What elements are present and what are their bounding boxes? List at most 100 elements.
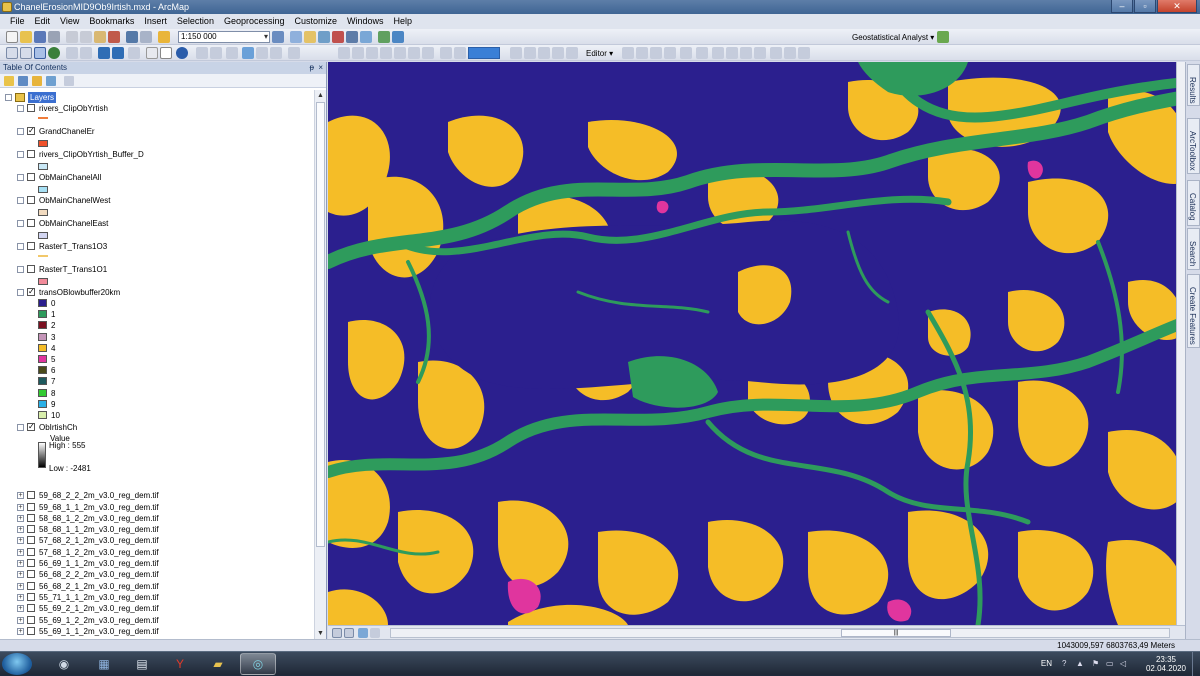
layer-checkbox[interactable] — [27, 265, 35, 273]
edit-vertices-icon[interactable] — [696, 47, 708, 59]
menu-edit[interactable]: Edit — [30, 14, 56, 29]
toc-scrollbar[interactable]: ▲ ▼ — [314, 90, 326, 639]
draw-text-icon[interactable] — [524, 47, 536, 59]
layer-name[interactable]: transOBlowbuffer20km — [39, 287, 120, 298]
collapse-icon[interactable] — [17, 105, 24, 112]
layout-back-icon[interactable] — [408, 47, 420, 59]
layer-name[interactable]: GrandChanelEr — [39, 126, 95, 137]
find-route-icon[interactable] — [210, 47, 222, 59]
catalog-window-icon[interactable] — [304, 31, 316, 43]
layer-checkbox[interactable] — [27, 536, 35, 545]
arctoolbox-icon[interactable] — [332, 31, 344, 43]
collapse-icon[interactable] — [5, 94, 12, 101]
layer-checkbox[interactable] — [27, 104, 35, 112]
menu-customize[interactable]: Customize — [290, 14, 343, 29]
add-data-icon[interactable] — [158, 31, 170, 43]
python-icon[interactable] — [346, 31, 358, 43]
layout-full-icon[interactable] — [380, 47, 392, 59]
collapse-icon[interactable] — [17, 266, 24, 273]
layer-name[interactable]: 55_69_2_1_2m_v3.0_reg_dem.tif — [39, 603, 159, 614]
search-tab[interactable]: Search — [1187, 228, 1200, 270]
maximize-button[interactable]: ▫ — [1134, 0, 1156, 13]
layout-tool-2-icon[interactable] — [392, 31, 404, 43]
reshape-icon[interactable] — [712, 47, 724, 59]
layer-checkbox[interactable] — [27, 581, 35, 590]
layer-checkbox[interactable] — [27, 592, 35, 601]
layer-checkbox[interactable] — [27, 242, 35, 250]
redo-icon[interactable] — [140, 31, 152, 43]
file-explorer-icon[interactable]: ▰ — [200, 653, 236, 675]
collapse-icon[interactable] — [17, 197, 24, 204]
volume-icon[interactable]: ◁ — [1120, 659, 1130, 668]
layer-row[interactable]: RasterT_Trans1O3 — [0, 241, 310, 252]
identify-icon[interactable] — [176, 47, 188, 59]
collapse-icon[interactable] — [17, 243, 24, 250]
layout-view-icon[interactable] — [344, 628, 354, 638]
layout-pan-icon[interactable] — [366, 47, 378, 59]
menu-windows[interactable]: Windows — [342, 14, 389, 29]
layer-row[interactable]: rivers_ClipObYrtish_Buffer_D — [0, 149, 310, 160]
network-icon[interactable]: ▭ — [1106, 659, 1116, 668]
draw-line-icon[interactable] — [566, 47, 578, 59]
layout-zoom-out-icon[interactable] — [352, 47, 364, 59]
attributes-icon[interactable] — [770, 47, 782, 59]
show-desktop-button[interactable] — [1192, 652, 1200, 676]
layer-name[interactable]: 56_68_2_1_2m_v3.0_reg_dem.tif — [39, 581, 159, 592]
layer-checkbox[interactable] — [27, 525, 35, 534]
tile-layer-row[interactable]: +59_68_2_2_2m_v3.0_reg_dem.tif — [0, 490, 310, 501]
cut-icon[interactable] — [66, 31, 78, 43]
help-tray-icon[interactable]: ? — [1062, 659, 1072, 668]
expand-icon[interactable]: + — [17, 582, 24, 590]
data-view-icon[interactable] — [332, 628, 342, 638]
layer-name[interactable]: rivers_ClipObYrtish_Buffer_D — [39, 149, 144, 160]
refresh-icon[interactable] — [358, 628, 368, 638]
layer-checkbox[interactable]: ✓ — [27, 288, 35, 296]
layout-zoom-in-icon[interactable] — [338, 47, 350, 59]
fixed-zoom-out-icon[interactable] — [80, 47, 92, 59]
layer-name[interactable]: 58_68_1_1_2m_v3.0_reg_dem.tif — [39, 524, 159, 535]
toc-window-icon[interactable] — [290, 31, 302, 43]
layer-checkbox[interactable] — [27, 491, 35, 500]
tile-layer-row[interactable]: +55_71_1_1_2m_v3.0_reg_dem.tif — [0, 592, 310, 603]
layer-name[interactable]: 55_71_1_1_2m_v3.0_reg_dem.tif — [39, 592, 159, 603]
toc-scroll-thumb[interactable] — [316, 102, 325, 547]
expand-icon[interactable]: + — [17, 593, 24, 601]
layer-checkbox[interactable] — [27, 196, 35, 204]
layer-checkbox[interactable] — [27, 570, 35, 579]
layout-guides-icon[interactable] — [454, 47, 466, 59]
layout-tool-icon[interactable] — [378, 31, 390, 43]
edit-tool-icon[interactable] — [622, 47, 634, 59]
create-viewer-icon[interactable] — [288, 47, 300, 59]
list-by-source-icon[interactable] — [18, 76, 28, 86]
start-button[interactable] — [2, 653, 32, 675]
tile-layer-row[interactable]: +55_69_1_2_2m_v3.0_reg_dem.tif — [0, 615, 310, 626]
clock[interactable]: 23:35 02.04.2020 — [1146, 655, 1186, 673]
list-by-selection-icon[interactable] — [46, 76, 56, 86]
layer-name[interactable]: ObMainChanelAll — [39, 172, 101, 183]
expand-icon[interactable]: + — [17, 514, 24, 522]
scroll-down-icon[interactable]: ▼ — [315, 628, 326, 639]
rotate-icon[interactable] — [754, 47, 766, 59]
layer-row[interactable]: ✓ GrandChanelEr — [0, 126, 310, 137]
layer-row[interactable]: ObMainChanelEast — [0, 218, 310, 229]
layer-row[interactable]: ObMainChanelWest — [0, 195, 310, 206]
create-features-tab[interactable]: Create Features — [1187, 274, 1200, 348]
measure-icon[interactable] — [226, 47, 238, 59]
scroll-up-icon[interactable]: ▲ — [315, 90, 326, 101]
layer-checkbox[interactable] — [27, 547, 35, 556]
tile-layer-row[interactable]: +58_68_1_1_2m_v3.0_reg_dem.tif — [0, 524, 310, 535]
layer-checkbox[interactable] — [27, 219, 35, 227]
map-canvas[interactable] — [328, 62, 1185, 625]
yandex-browser-icon[interactable]: Y — [162, 653, 198, 675]
arcmap-taskbar-icon[interactable]: ▦ — [86, 653, 122, 675]
tile-layer-row[interactable]: +56_68_2_1_2m_v3.0_reg_dem.tif — [0, 581, 310, 592]
zoom-in-icon[interactable] — [6, 47, 18, 59]
copy-icon[interactable] — [80, 31, 92, 43]
layer-checkbox[interactable]: ✓ — [27, 127, 35, 135]
arctoolbox-tab[interactable]: ArcToolbox — [1187, 118, 1200, 174]
toc-options-icon[interactable] — [64, 76, 74, 86]
back-extent-icon[interactable] — [98, 47, 110, 59]
collapse-icon[interactable] — [17, 174, 24, 181]
zoom-out-icon[interactable] — [20, 47, 32, 59]
layers-label[interactable]: Layers — [28, 92, 57, 103]
